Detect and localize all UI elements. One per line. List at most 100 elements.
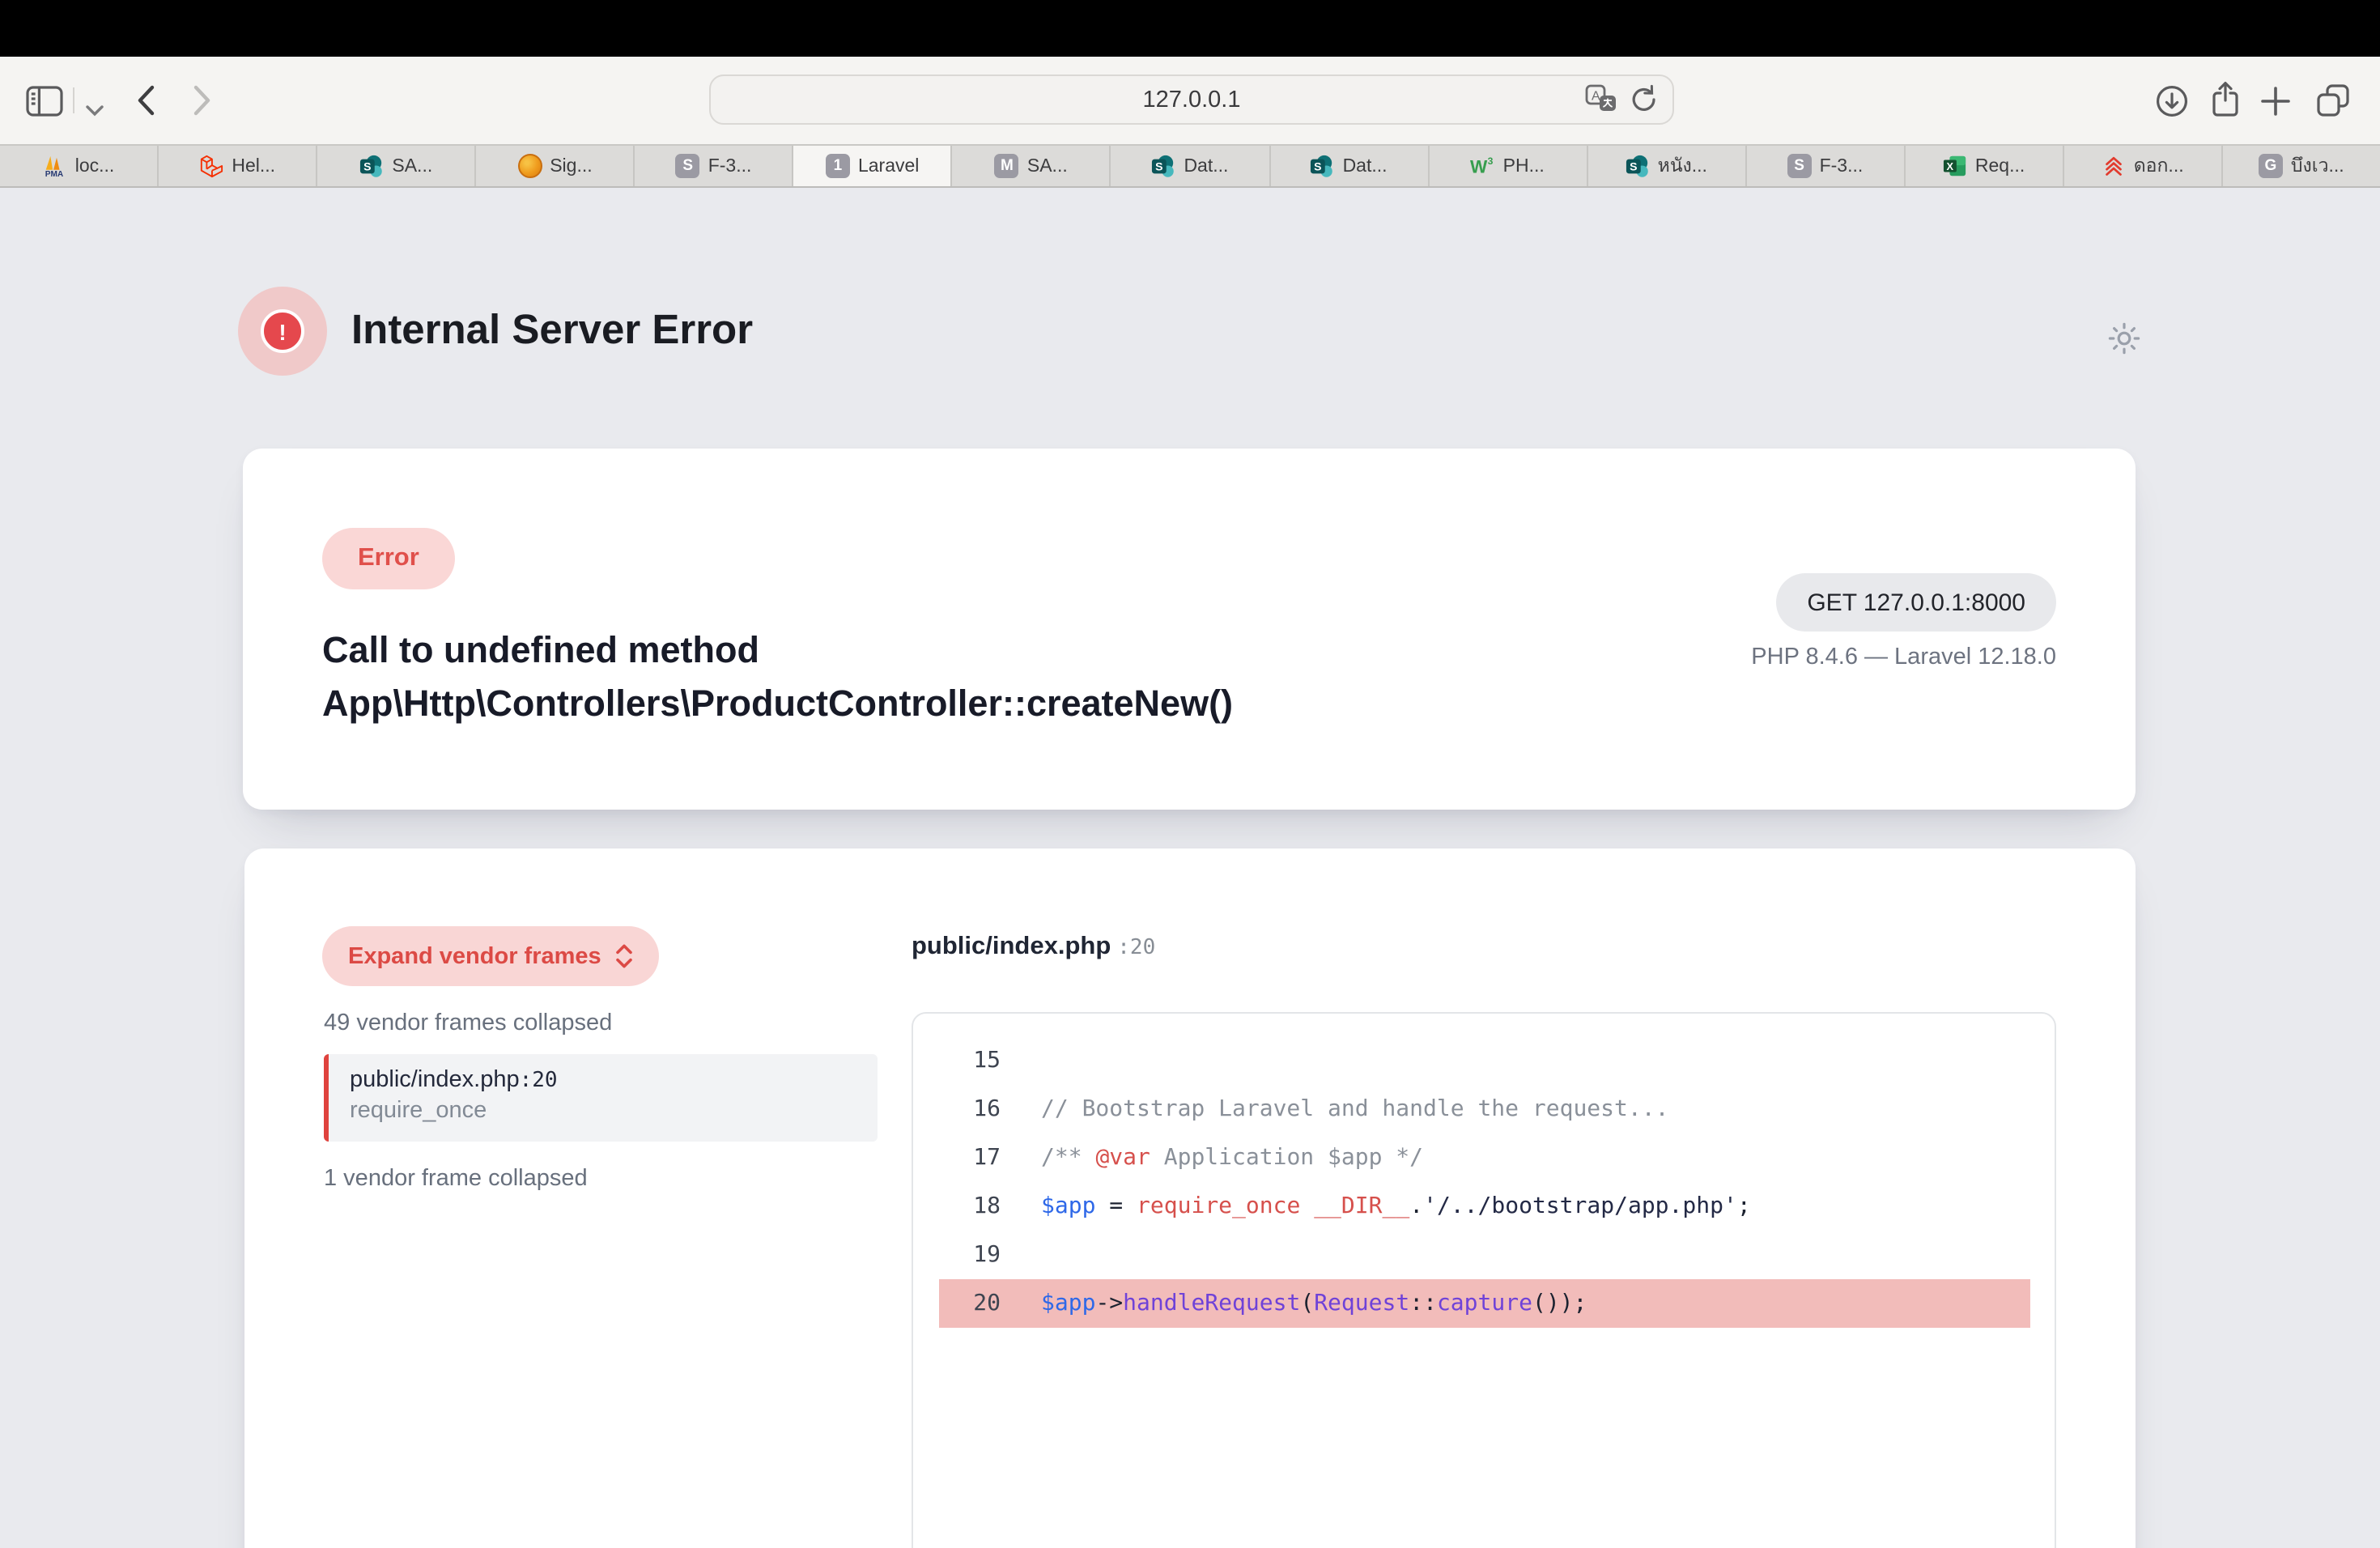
code-line-17: 17 /** @var Application $app */ — [913, 1133, 2055, 1182]
line-number: 19 — [913, 1242, 1001, 1268]
frame-line-number: :20 — [520, 1069, 558, 1093]
sharepoint-icon: S — [1311, 154, 1335, 178]
sharepoint-icon: S — [1151, 154, 1175, 178]
w3schools-icon: W3 — [1471, 154, 1495, 178]
sidebar-toggle-button[interactable] — [26, 86, 63, 125]
code-line-15: 15 — [913, 1036, 2055, 1085]
expand-button-label: Expand vendor frames — [348, 943, 601, 969]
vendor-frames-collapsed-note: 49 vendor frames collapsed — [324, 1010, 612, 1036]
code-file-name: public/index.php — [912, 933, 1111, 960]
error-status-icon: ! — [238, 287, 327, 376]
tab-label: F-3... — [708, 156, 752, 176]
svg-text:S: S — [1630, 159, 1637, 172]
sidebar-chevron-down-icon[interactable] — [86, 96, 104, 125]
tab-sa-1[interactable]: S SA... — [317, 146, 476, 186]
tab-hel[interactable]: Hel... — [159, 146, 317, 186]
error-message: Call to undefined method App\Http\Contro… — [322, 623, 1233, 730]
tab-loc[interactable]: PMA loc... — [0, 146, 159, 186]
error-type-badge: Error — [322, 528, 455, 589]
exclamation-icon: ! — [261, 309, 304, 353]
reload-button[interactable] — [1630, 84, 1658, 120]
expand-chevrons-icon — [616, 944, 634, 968]
stack-frame-item[interactable]: public/index.php:20 require_once — [324, 1054, 878, 1142]
numeral-1-favicon: 1 — [826, 154, 850, 178]
line-number: 15 — [913, 1048, 1001, 1074]
code-file-header: public/index.php:20 — [912, 933, 1155, 962]
svg-text:W: W — [1471, 156, 1489, 176]
new-tab-button[interactable] — [2260, 86, 2291, 125]
url-text: 127.0.0.1 — [1143, 87, 1241, 113]
code-snippet[interactable]: 15 16 // Bootstrap Laravel and handle th… — [912, 1012, 2056, 1548]
svg-text:X: X — [1946, 160, 1953, 172]
svg-text:A: A — [1592, 90, 1600, 104]
tab-dok[interactable]: ดอก... — [2064, 146, 2223, 186]
tab-label: Req... — [1975, 156, 2025, 176]
laravel-logo-icon — [199, 154, 223, 178]
downloads-button[interactable] — [2155, 84, 2189, 126]
orange-seal-icon — [517, 154, 542, 178]
share-button[interactable] — [2210, 81, 2241, 126]
tab-req[interactable]: X Req... — [1906, 146, 2064, 186]
stack-trace-card: Expand vendor frames 49 vendor frames co… — [244, 848, 2136, 1548]
tab-label: Sig... — [550, 156, 592, 176]
tab-sig[interactable]: Sig... — [476, 146, 635, 186]
sharepoint-icon: S — [1626, 154, 1650, 178]
page-title: Internal Server Error — [351, 308, 753, 355]
tab-f3-1[interactable]: S F-3... — [635, 146, 794, 186]
tab-label: F-3... — [1820, 156, 1864, 176]
svg-text:S: S — [1156, 159, 1163, 172]
error-message-line2: App\Http\Controllers\ProductController::… — [322, 677, 1233, 730]
browser-toolbar: 127.0.0.1 A — [0, 57, 2380, 144]
error-summary-card: Error Call to undefined method App\Http\… — [243, 449, 2136, 810]
line-number: 17 — [913, 1145, 1001, 1171]
tab-laravel-active[interactable]: 1 Laravel — [794, 146, 953, 186]
sharepoint-icon: S — [359, 154, 384, 178]
tab-label: หนัง... — [1658, 151, 1707, 181]
gray-g-icon: G — [2259, 154, 2283, 178]
request-method-badge: GET 127.0.0.1:8000 — [1776, 573, 2056, 632]
tab-nang[interactable]: S หนัง... — [1587, 146, 1746, 186]
tab-label: Laravel — [858, 156, 919, 176]
phpmyadmin-icon: PMA — [43, 154, 67, 178]
tab-label: Hel... — [232, 156, 275, 176]
environment-versions: PHP 8.4.6 — Laravel 12.18.0 — [1751, 644, 2056, 670]
tab-overview-button[interactable] — [2315, 83, 2351, 126]
code-line-16: 16 // Bootstrap Laravel and handle the r… — [913, 1085, 2055, 1133]
line-number: 16 — [913, 1096, 1001, 1122]
error-message-line1: Call to undefined method — [322, 623, 1233, 677]
translate-icon[interactable]: A — [1585, 84, 1617, 120]
forward-button[interactable] — [193, 84, 212, 125]
code-line-18: 18 $app = require_once __DIR__.'/../boot… — [913, 1182, 2055, 1231]
svg-text:S: S — [1315, 159, 1322, 172]
tab-dat-2[interactable]: S Dat... — [1270, 146, 1429, 186]
tab-bueng[interactable]: G บึงเว... — [2223, 146, 2380, 186]
line-number: 20 — [913, 1291, 1001, 1316]
tab-label: Dat... — [1184, 156, 1228, 176]
svg-text:S: S — [363, 159, 371, 172]
laravel-error-page: ! Internal Server Error Error Call to un… — [0, 188, 2380, 1548]
svg-text:PMA: PMA — [46, 170, 65, 178]
tab-ph[interactable]: W3 PH... — [1429, 146, 1587, 186]
expand-vendor-frames-button[interactable]: Expand vendor frames — [322, 926, 660, 986]
vendor-frame-collapsed-note: 1 vendor frame collapsed — [324, 1166, 588, 1192]
tab-label: Dat... — [1343, 156, 1388, 176]
tab-label: บึงเว... — [2291, 151, 2344, 181]
tab-f3-2[interactable]: S F-3... — [1746, 146, 1905, 186]
theme-toggle-sun-icon[interactable] — [2105, 319, 2144, 366]
tab-label: ดอก... — [2134, 151, 2184, 181]
address-bar[interactable]: 127.0.0.1 A — [709, 74, 1674, 125]
frame-file-path: public/index.php:20 — [350, 1067, 878, 1093]
back-button[interactable] — [136, 84, 155, 125]
red-chevrons-icon — [2102, 154, 2126, 178]
tab-dat-1[interactable]: S Dat... — [1111, 146, 1270, 186]
code-line-20-highlighted: 20 $app->handleRequest(Request::capture(… — [913, 1279, 2055, 1328]
gray-s-icon: S — [1787, 154, 1812, 178]
tab-label: loc... — [75, 156, 115, 176]
gray-s-icon: S — [676, 154, 700, 178]
tab-sa-2[interactable]: M SA... — [953, 146, 1111, 186]
tab-label: SA... — [1027, 156, 1068, 176]
frame-function-name: require_once — [350, 1098, 878, 1124]
excel-icon: X — [1943, 154, 1967, 178]
line-number: 18 — [913, 1193, 1001, 1219]
browser-window: 127.0.0.1 A — [0, 0, 2380, 1548]
